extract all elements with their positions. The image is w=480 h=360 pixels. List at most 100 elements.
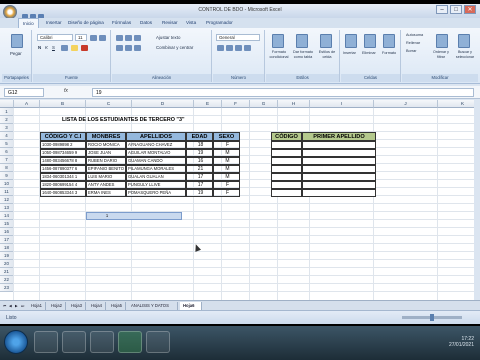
- table-cell[interactable]: 1640-060853344 3: [40, 189, 86, 197]
- comma-icon[interactable]: [235, 45, 242, 51]
- table-cell[interactable]: 1820-080699154 4: [40, 181, 86, 189]
- clear-button[interactable]: Borrar: [406, 49, 417, 53]
- wrap-text-button[interactable]: Ajustar texto: [156, 35, 180, 40]
- column-header[interactable]: D: [132, 100, 194, 108]
- media-player-icon[interactable]: [90, 331, 114, 353]
- delete-cells-icon[interactable]: [364, 34, 376, 48]
- percent-icon[interactable]: [226, 45, 233, 51]
- lookup-cell[interactable]: [271, 173, 302, 181]
- merge-center-button[interactable]: Combinar y centrar: [156, 45, 193, 50]
- sort-filter-icon[interactable]: [436, 34, 448, 48]
- table-cell[interactable]: 1030-0989898 2: [40, 141, 86, 149]
- row-header[interactable]: 14: [0, 212, 14, 220]
- table-header-cell[interactable]: CÓDIGO Y C.I: [40, 132, 86, 141]
- select-all-corner[interactable]: [0, 100, 14, 108]
- table-cell[interactable]: POMASQUERO PEÑA: [126, 189, 186, 197]
- row-header[interactable]: 17: [0, 236, 14, 244]
- decimal-icon[interactable]: [244, 45, 251, 51]
- autosum-button[interactable]: Autosuma: [406, 33, 423, 37]
- table-format-icon[interactable]: [296, 34, 308, 48]
- align-top-icon[interactable]: [116, 35, 123, 41]
- tab-formulas[interactable]: Fórmulas: [112, 20, 131, 25]
- row-header[interactable]: 1: [0, 108, 14, 116]
- table-cell[interactable]: M: [213, 173, 240, 181]
- column-header[interactable]: I: [310, 100, 374, 108]
- row-header[interactable]: 23: [0, 284, 14, 292]
- lookup-cell[interactable]: [302, 181, 376, 189]
- table-cell[interactable]: LUIS MARIO: [86, 173, 126, 181]
- fx-icon[interactable]: fx: [64, 88, 68, 94]
- fill-button[interactable]: Rellenar: [406, 41, 420, 45]
- lookup-cell[interactable]: [271, 181, 302, 189]
- table-cell[interactable]: EPIFANIO BENITO: [86, 165, 126, 173]
- table-cell[interactable]: GUAMAN CANDO: [126, 157, 186, 165]
- table-cell[interactable]: 18: [186, 141, 213, 149]
- font-size-select[interactable]: 11: [75, 34, 87, 41]
- cell-styles-icon[interactable]: [320, 34, 332, 48]
- borders-icon[interactable]: [61, 45, 68, 51]
- column-header[interactable]: H: [278, 100, 310, 108]
- maximize-button[interactable]: □: [450, 5, 462, 14]
- lookup-cell[interactable]: [271, 141, 302, 149]
- align-middle-icon[interactable]: [125, 35, 132, 41]
- column-header[interactable]: C: [86, 100, 132, 108]
- tab-vista[interactable]: Vista: [186, 20, 196, 25]
- lookup-cell[interactable]: [302, 149, 376, 157]
- tab-inicio[interactable]: Inicio: [18, 18, 39, 28]
- row-header[interactable]: 13: [0, 204, 14, 212]
- tab-datos[interactable]: Datos: [140, 20, 152, 25]
- row-header[interactable]: 6: [0, 148, 14, 156]
- row-header[interactable]: 22: [0, 276, 14, 284]
- row-header[interactable]: 8: [0, 164, 14, 172]
- spreadsheet-grid[interactable]: A B C D E F G H I J K 1 2 3 4 5 6 7 8 9 10 11 12 13 14 15 16 17 18 19…: [0, 100, 474, 300]
- tab-diseno-pagina[interactable]: Diseño de página: [68, 20, 104, 25]
- lookup-cell[interactable]: [302, 173, 376, 181]
- tab-programador[interactable]: Programador: [206, 20, 233, 25]
- lookup-header-cell[interactable]: CÓDIGO: [271, 132, 302, 141]
- row-header[interactable]: 3: [0, 124, 14, 132]
- currency-icon[interactable]: [217, 45, 224, 51]
- name-box[interactable]: G12: [4, 88, 44, 97]
- table-cell[interactable]: ROCIO MONICA: [86, 141, 126, 149]
- row-header[interactable]: 7: [0, 156, 14, 164]
- system-clock[interactable]: 17:22 27/01/2021: [449, 336, 474, 348]
- table-cell[interactable]: F: [213, 181, 240, 189]
- lookup-cell[interactable]: [302, 165, 376, 173]
- italic-icon[interactable]: K: [45, 45, 48, 50]
- row-header[interactable]: 16: [0, 228, 14, 236]
- row-header[interactable]: 12: [0, 196, 14, 204]
- insert-cells-icon[interactable]: [345, 34, 357, 48]
- sheet-tab[interactable]: Hoja4: [88, 302, 106, 310]
- table-cell[interactable]: 1480-083456678 8: [40, 157, 86, 165]
- formula-input[interactable]: 19: [92, 88, 474, 97]
- shrink-font-icon[interactable]: [99, 35, 106, 41]
- sheet-tab[interactable]: ANALISIS Y DATOS: [128, 302, 178, 310]
- paste-icon[interactable]: [11, 34, 23, 48]
- lookup-cell[interactable]: [271, 157, 302, 165]
- lookup-cell[interactable]: [271, 149, 302, 157]
- table-cell[interactable]: PILAMUNGA MORALES: [126, 165, 186, 173]
- lookup-cell[interactable]: [271, 165, 302, 173]
- tab-revisar[interactable]: Revisar: [162, 20, 178, 25]
- zoom-slider[interactable]: [402, 314, 462, 321]
- table-cell[interactable]: 17: [186, 181, 213, 189]
- column-header[interactable]: A: [14, 100, 40, 108]
- table-cell[interactable]: ANTY ANDES: [86, 181, 126, 189]
- align-right-icon[interactable]: [134, 45, 141, 51]
- table-cell[interactable]: M: [213, 165, 240, 173]
- row-header[interactable]: 19: [0, 252, 14, 260]
- table-cell[interactable]: M: [213, 157, 240, 165]
- find-select-icon[interactable]: [458, 34, 470, 48]
- table-cell[interactable]: ERMA INES: [86, 189, 126, 197]
- table-cell[interactable]: F: [213, 141, 240, 149]
- table-cell[interactable]: 1050-098734659 9: [40, 149, 86, 157]
- fill-color-icon[interactable]: [71, 45, 78, 51]
- tab-insertar[interactable]: Insertar: [46, 20, 62, 25]
- row-header[interactable]: 21: [0, 268, 14, 276]
- sheet-nav-icon[interactable]: ▶: [14, 302, 19, 310]
- selected-cell-value[interactable]: 1: [86, 212, 126, 220]
- align-bottom-icon[interactable]: [134, 35, 141, 41]
- format-cells-icon[interactable]: [383, 34, 395, 48]
- table-cell[interactable]: PUNGULY LLIVE: [126, 181, 186, 189]
- table-cell[interactable]: 21: [186, 165, 213, 173]
